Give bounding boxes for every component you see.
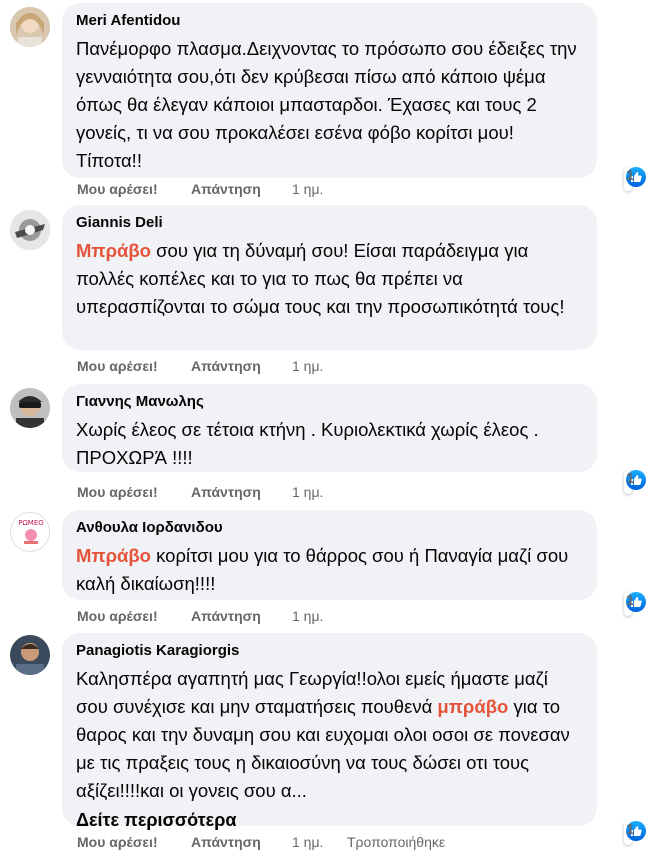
comment-actions: Μου αρέσει! Απάντηση 1 ημ. 1 [77,470,646,504]
see-more-link[interactable]: Δείτε περισσότερα [76,807,583,833]
reply-link[interactable]: Απάντηση [191,834,261,850]
comment-text: Καλησπέρα αγαπητή μας Γεωργία!!ολοι εμεί… [76,665,583,805]
comment-time[interactable]: 1 ημ. [292,608,323,624]
reaction-number: 1 [626,821,635,838]
comment-time[interactable]: 1 ημ. [292,484,323,500]
like-link[interactable]: Μου αρέσει! [77,484,158,500]
svg-text:PΩMEO: PΩMEO [18,519,44,527]
reaction-number: 1 [626,592,635,609]
comment-time[interactable]: 1 ημ. [292,834,323,850]
comment-bubble: Ανθουλα Ιορδανιδου Μπράβο κορίτσι μου γι… [62,510,597,600]
highlight-keyword: Μπράβο [76,240,151,261]
comment-actions: Μου αρέσει! Απάντηση 1 ημ. 1 [77,592,646,628]
like-link[interactable]: Μου αρέσει! [77,181,158,197]
avatar[interactable] [10,635,50,675]
reaction-count[interactable]: 1 [624,821,646,845]
reaction-number: 1 [626,167,635,184]
comment-author[interactable]: Ανθουλα Ιορδανιδου [76,518,583,538]
comment-actions: Μου αρέσει! Απάντηση 1 ημ. Τροποποιήθηκε… [77,821,646,854]
comment-bubble: Γιαννης Μανωλης Χωρίς έλεος σε τέτοια κτ… [62,384,597,472]
like-link[interactable]: Μου αρέσει! [77,358,158,374]
reply-link[interactable]: Απάντηση [191,358,261,374]
reaction-count[interactable]: 1 [624,592,646,616]
reaction-count[interactable]: 1 [624,167,646,191]
avatar[interactable] [10,388,50,428]
comment-text: Πανέμορφο πλασμα.Δειχνοντας το πρόσωπο σ… [76,38,577,171]
reply-link[interactable]: Απάντηση [191,608,261,624]
comment-actions: Μου αρέσει! Απάντηση 1 ημ. [77,358,597,378]
comment-text: Μπράβο κορίτσι μου για το θάρρος σου ή Π… [76,542,583,598]
comment-author[interactable]: Panagiotis Karagiorgis [76,641,583,661]
comment-time[interactable]: 1 ημ. [292,181,323,197]
comment-text: Μπράβο σου για τη δύναμή σου! Είσαι παρά… [76,237,583,321]
comment-bubble: Meri Afentidou Πανέμορφο πλασμα.Δειχνοντ… [62,3,597,178]
reply-link[interactable]: Απάντηση [191,484,261,500]
reaction-count[interactable]: 1 [624,470,646,494]
comment-time[interactable]: 1 ημ. [292,358,323,374]
like-link[interactable]: Μου αρέσει! [77,834,158,850]
comment-actions: Μου αρέσει! Απάντηση 1 ημ. 1 [77,167,646,201]
like-link[interactable]: Μου αρέσει! [77,608,158,624]
comment-bubble: Giannis Deli Μπράβο σου για τη δύναμή σο… [62,205,597,350]
reaction-number: 1 [626,470,635,487]
comment-author[interactable]: Γιαννης Μανωλης [76,392,583,412]
comment-author[interactable]: Giannis Deli [76,213,583,233]
comment-author[interactable]: Meri Afentidou [76,11,583,31]
avatar[interactable] [10,210,50,250]
reply-link[interactable]: Απάντηση [191,181,261,197]
comment-text: Χωρίς έλεος σε τέτοια κτήνη . Κυριολεκτι… [76,419,539,468]
highlight-keyword: Μπράβο [76,545,151,566]
comment-bubble: Panagiotis Karagiorgis Καλησπέρα αγαπητή… [62,633,597,830]
avatar[interactable]: PΩMEO [10,512,50,552]
edited-label[interactable]: Τροποποιήθηκε [347,834,445,850]
highlight-keyword: μπράβο [437,696,509,717]
avatar[interactable] [10,7,50,47]
